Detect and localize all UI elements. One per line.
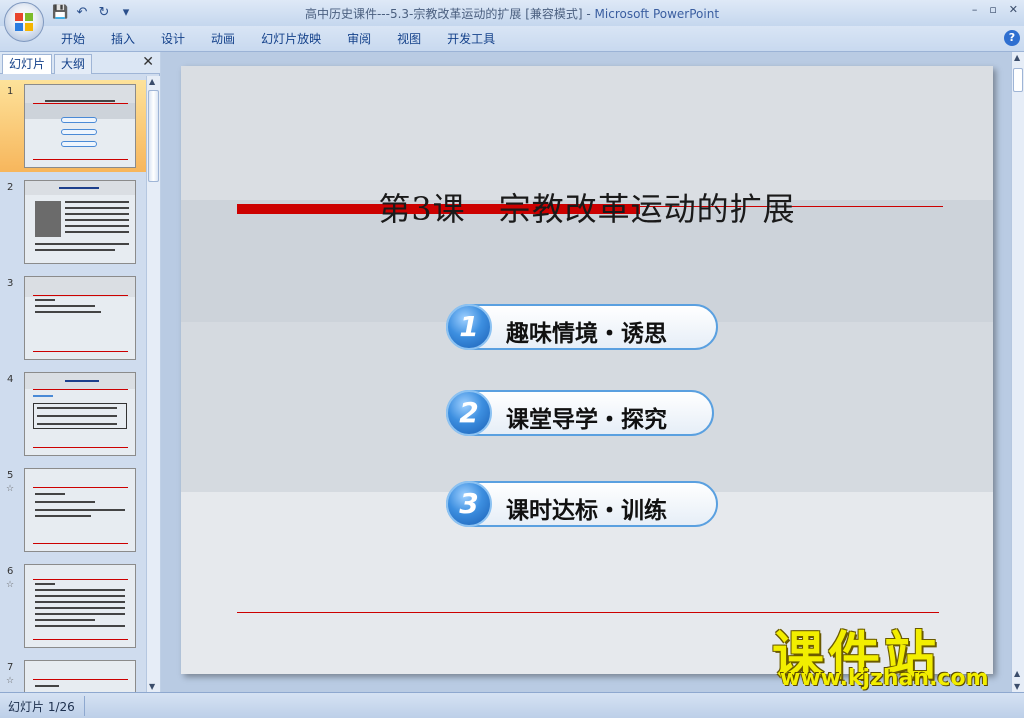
thumbnail-row[interactable]: 5 ☆ <box>0 464 146 556</box>
maximize-button[interactable]: ▫ <box>989 3 996 16</box>
thumbnail-row[interactable]: 4 <box>0 368 146 460</box>
thumbnail-row[interactable]: 3 <box>0 272 146 364</box>
watermark-url: www.kjzhan.com <box>780 666 989 691</box>
tab-design[interactable]: 设计 <box>148 30 198 48</box>
scrollbar-thumb[interactable] <box>148 90 159 182</box>
tab-home[interactable]: 开始 <box>48 30 98 48</box>
slide-thumbnail[interactable] <box>24 372 136 456</box>
slide-thumbnail[interactable] <box>24 84 136 168</box>
thumbnail-number: 5 <box>7 470 14 481</box>
slide-thumbnail[interactable] <box>24 660 136 692</box>
window-controls: – ▫ ✕ <box>972 3 1018 16</box>
scroll-down-icon[interactable]: ▼ <box>149 682 155 691</box>
close-icon[interactable]: ✕ <box>142 54 154 70</box>
slide-editor: 第3课 宗教改革运动的扩展 1 趣味情境・诱思 2 课堂导学・探究 3 课时达标… <box>161 52 1011 692</box>
tab-animations[interactable]: 动画 <box>198 30 248 48</box>
menu-item-1[interactable]: 1 趣味情境・诱思 <box>446 304 718 350</box>
tab-slideshow[interactable]: 幻灯片放映 <box>248 30 334 48</box>
thumbnail-row[interactable]: 7 ☆ <box>0 656 146 692</box>
number-badge: 2 <box>446 390 492 436</box>
minimize-button[interactable]: – <box>972 3 978 16</box>
slide-indicator: 幻灯片 1/26 <box>8 700 75 714</box>
title-separator: - <box>582 7 595 21</box>
ribbon: 开始 插入 设计 动画 幻灯片放映 审阅 视图 开发工具 ? <box>0 26 1024 52</box>
animation-star-icon: ☆ <box>6 676 15 686</box>
thumbnail-row[interactable]: 2 <box>0 176 146 268</box>
number-badge: 3 <box>446 481 492 527</box>
thumbnail-list: 1 2 3 4 5 ☆ 6 ☆ 7 ☆ <box>0 76 146 692</box>
slide-title[interactable]: 第3课 宗教改革运动的扩展 <box>181 184 993 230</box>
thumbnail-number: 4 <box>7 374 14 385</box>
previous-slide-icon[interactable]: ▲ <box>1014 669 1020 678</box>
animation-star-icon: ☆ <box>6 484 15 494</box>
slides-pane: 幻灯片 大纲 ✕ 1 2 3 4 5 ☆ 6 ☆ 7 ☆ ▲ ▼ <box>0 52 160 692</box>
status-bar: 幻灯片 1/26 <box>0 692 1024 718</box>
menu-item-label: 课堂导学・探究 <box>506 407 667 433</box>
menu-item-3[interactable]: 3 课时达标・训练 <box>446 481 718 527</box>
thumbnail-scrollbar[interactable]: ▲ ▼ <box>146 76 160 692</box>
scroll-up-icon[interactable]: ▲ <box>149 77 155 86</box>
thumbnail-number: 7 <box>7 662 14 673</box>
footer-line <box>237 612 939 613</box>
background-band <box>181 66 993 200</box>
scrollbar-thumb[interactable] <box>1013 68 1023 92</box>
thumbnail-row[interactable]: 1 <box>0 80 146 172</box>
status-divider <box>84 696 85 716</box>
ribbon-tabs: 开始 插入 设计 动画 幻灯片放映 审阅 视图 开发工具 <box>48 30 508 48</box>
office-button[interactable] <box>4 2 44 42</box>
thumbnail-number: 2 <box>7 182 14 193</box>
thumbnail-number: 1 <box>7 86 14 97</box>
next-slide-icon[interactable]: ▼ <box>1014 682 1020 691</box>
window-title: 高中历史课件---5.3-宗教改革运动的扩展 [兼容模式] - Microsof… <box>0 5 1024 22</box>
document-name: 高中历史课件---5.3-宗教改革运动的扩展 [兼容模式] <box>304 7 583 21</box>
pane-tabs: 幻灯片 大纲 ✕ <box>0 52 160 74</box>
slide-thumbnail[interactable] <box>24 180 136 264</box>
editor-scrollbar[interactable]: ▲ ▲ ▼ <box>1011 52 1024 692</box>
animation-star-icon: ☆ <box>6 580 15 590</box>
thumbnail-number: 6 <box>7 566 14 577</box>
slide-thumbnail[interactable] <box>24 468 136 552</box>
slide-thumbnail[interactable] <box>24 564 136 648</box>
tab-outline[interactable]: 大纲 <box>54 54 93 74</box>
slide-canvas[interactable]: 第3课 宗教改革运动的扩展 1 趣味情境・诱思 2 课堂导学・探究 3 课时达标… <box>181 66 993 674</box>
help-icon[interactable]: ? <box>1004 30 1020 46</box>
scroll-up-icon[interactable]: ▲ <box>1014 53 1020 62</box>
thumbnail-row[interactable]: 6 ☆ <box>0 560 146 652</box>
office-logo-icon <box>15 13 33 31</box>
app-name: Microsoft PowerPoint <box>594 7 720 21</box>
thumbnail-number: 3 <box>7 278 14 289</box>
menu-item-label: 课时达标・训练 <box>506 498 667 524</box>
menu-item-2[interactable]: 2 课堂导学・探究 <box>446 390 714 436</box>
number-badge: 1 <box>446 304 492 350</box>
tab-slides[interactable]: 幻灯片 <box>2 54 53 74</box>
menu-item-label: 趣味情境・诱思 <box>506 321 667 347</box>
title-bar: 💾 ↶ ↻ ▾ 高中历史课件---5.3-宗教改革运动的扩展 [兼容模式] - … <box>0 0 1024 26</box>
tab-review[interactable]: 审阅 <box>334 30 384 48</box>
tab-developer[interactable]: 开发工具 <box>434 30 508 48</box>
watermark-logo: 课件站 www.kjzhan.com <box>772 614 1012 694</box>
tab-insert[interactable]: 插入 <box>98 30 148 48</box>
close-button[interactable]: ✕ <box>1009 3 1018 16</box>
slide-thumbnail[interactable] <box>24 276 136 360</box>
tab-view[interactable]: 视图 <box>384 30 434 48</box>
